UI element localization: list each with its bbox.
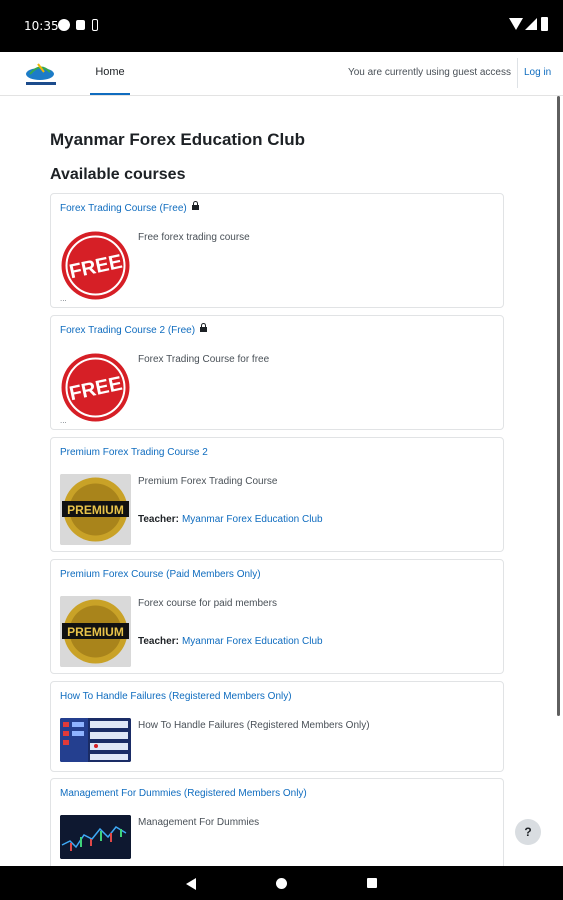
course-card: How To Handle Failures (Registered Membe… [50,681,504,772]
course-name[interactable]: Forex Trading Course 2 (Free) [60,325,195,336]
teacher-name-link[interactable]: Myanmar Forex Education Club [182,514,323,525]
course-summary: Free forex trading course [138,232,250,243]
course-name[interactable]: Premium Forex Course (Paid Members Only) [60,569,261,580]
course-name[interactable]: Management For Dummies (Registered Membe… [60,788,307,799]
site-logo[interactable] [20,60,62,88]
wifi-icon [509,18,523,30]
teacher-line: Teacher: Myanmar Forex Education Club [138,514,323,525]
login-link[interactable]: Log in [524,67,551,78]
course-link[interactable]: Premium Forex Trading Course 2 [60,447,208,458]
teacher-line: Teacher: Myanmar Forex Education Club [138,636,323,647]
section-title: Available courses [50,166,186,183]
lock-icon [191,201,199,210]
course-image[interactable]: PREMIUM [60,596,131,667]
more-ellipsis: ... [60,416,67,425]
scrollbar[interactable] [557,96,560,716]
storage-icon [76,20,85,30]
page-title: Myanmar Forex Education Club [50,130,306,149]
guest-access-notice: You are currently using guest access [347,67,511,78]
site-navbar: Home You are currently using guest acces… [0,52,563,96]
course-image[interactable] [60,815,131,859]
course-card: Management For Dummies (Registered Membe… [50,778,504,878]
course-link[interactable]: Forex Trading Course (Free) [60,201,199,214]
currency-photo-icon [60,718,131,762]
course-summary: Forex course for paid members [138,598,277,609]
course-image[interactable] [60,718,131,762]
help-button[interactable]: ? [515,819,541,845]
lock-icon [200,323,208,332]
recents-icon[interactable] [367,878,377,888]
course-name[interactable]: Forex Trading Course (Free) [60,203,187,214]
course-link[interactable]: How To Handle Failures (Registered Membe… [60,691,292,702]
course-image[interactable]: FREE [60,352,131,423]
nav-divider [517,58,518,88]
teacher-label: Teacher: [138,514,179,525]
course-link[interactable]: Management For Dummies (Registered Membe… [60,788,307,799]
course-summary: Management For Dummies [138,817,260,828]
status-bar: 10:35 [0,0,563,52]
course-card: Forex Trading Course 2 (Free) FREE Forex… [50,315,504,430]
sim-icon [92,19,98,31]
home-icon[interactable] [276,878,287,889]
course-link[interactable]: Premium Forex Course (Paid Members Only) [60,569,261,580]
course-card: Forex Trading Course (Free) FREE Free fo… [50,193,504,308]
course-card: Premium Forex Trading Course 2 PREMIUM P… [50,437,504,552]
free-badge-icon: FREE [60,352,131,423]
course-image[interactable]: FREE [60,230,131,301]
course-summary: Forex Trading Course for free [138,354,270,365]
course-link[interactable]: Forex Trading Course 2 (Free) [60,323,208,336]
course-summary: How To Handle Failures (Registered Membe… [138,720,370,731]
teacher-label: Teacher: [138,636,179,647]
battery-icon [541,17,548,31]
free-badge-icon: FREE [60,230,131,301]
premium-badge-text: PREMIUM [67,625,124,639]
back-icon[interactable] [186,878,196,890]
course-card: Premium Forex Course (Paid Members Only)… [50,559,504,674]
notification-icon [58,19,70,31]
course-summary: Premium Forex Trading Course [138,476,278,487]
nav-home-tab[interactable]: Home [90,52,130,95]
signal-icon [525,18,537,30]
status-time: 10:35 [24,19,59,33]
android-nav-bar [0,866,563,900]
premium-badge-text: PREMIUM [67,503,124,517]
premium-badge-icon: PREMIUM [60,596,131,667]
teacher-name-link[interactable]: Myanmar Forex Education Club [182,636,323,647]
chart-photo-icon [60,815,131,859]
premium-badge-icon: PREMIUM [60,474,131,545]
course-image[interactable]: PREMIUM [60,474,131,545]
more-ellipsis: ... [60,294,67,303]
course-name[interactable]: How To Handle Failures (Registered Membe… [60,691,292,702]
course-name[interactable]: Premium Forex Trading Course 2 [60,447,208,458]
